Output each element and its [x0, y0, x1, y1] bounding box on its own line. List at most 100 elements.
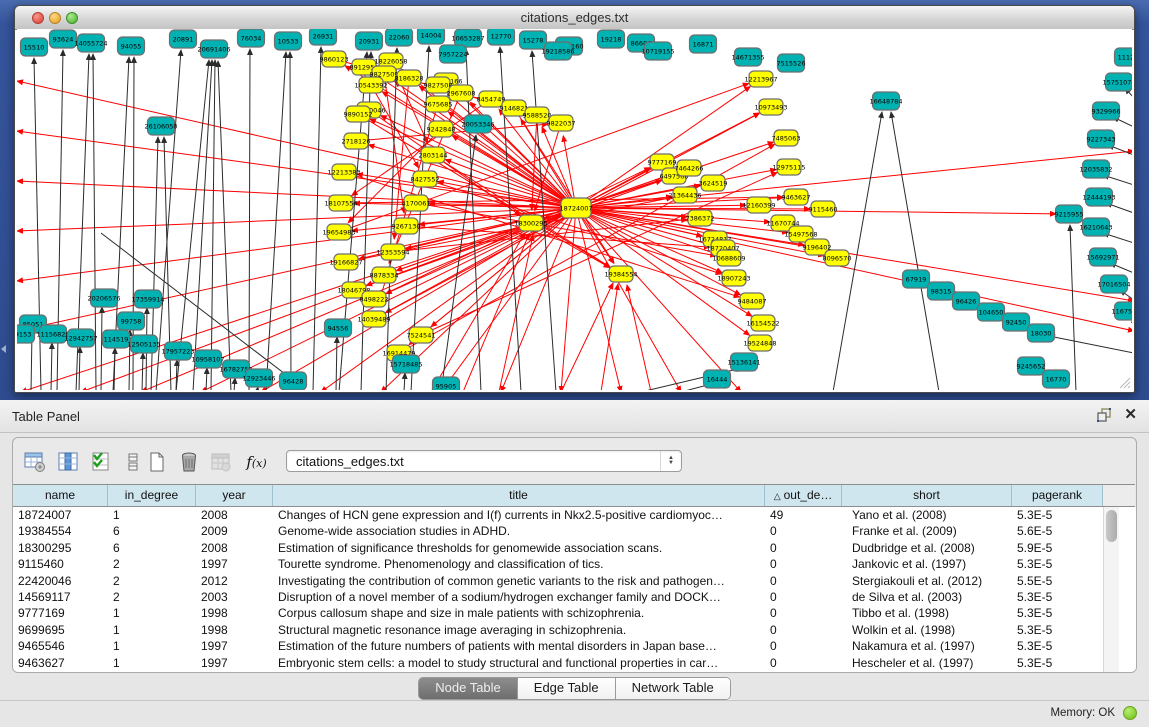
- citation-edge-black[interactable]: [51, 343, 52, 390]
- network-node-teal[interactable]: 16770: [1043, 370, 1070, 388]
- network-node-teal[interactable]: 15136141: [727, 353, 760, 371]
- network-node-yellow[interactable]: 8186328: [395, 70, 424, 86]
- network-node-teal[interactable]: 7515526: [777, 54, 806, 72]
- network-node-teal[interactable]: 12923446: [242, 369, 275, 387]
- network-node-teal[interactable]: 12770: [488, 29, 515, 45]
- citation-edge-black[interactable]: [234, 378, 235, 390]
- network-node-teal[interactable]: 92450: [1003, 313, 1030, 331]
- table-settings-icon[interactable]: [21, 448, 48, 475]
- function-builder-icon[interactable]: f(x): [243, 448, 270, 475]
- citation-edge-black[interactable]: [891, 112, 939, 390]
- network-node-yellow[interactable]: 21364436: [668, 187, 701, 203]
- network-node-teal[interactable]: 99758: [118, 312, 145, 330]
- network-node-teal[interactable]: 15510: [21, 38, 48, 56]
- network-node-teal[interactable]: 14055724: [74, 34, 107, 52]
- table-row[interactable]: 969969511998Structural magnetic resonanc…: [13, 622, 1103, 638]
- network-node-yellow[interactable]: 7485063: [772, 130, 801, 146]
- network-node-teal[interactable]: 15278: [520, 31, 547, 49]
- column-chooser-icon[interactable]: [54, 448, 81, 475]
- network-node-teal[interactable]: 10533: [275, 32, 302, 50]
- network-node-teal[interactable]: 10719155: [641, 42, 674, 60]
- network-node-yellow[interactable]: 8498222: [360, 291, 389, 307]
- network-node-yellow[interactable]: 19524848: [743, 335, 776, 351]
- network-node-teal[interactable]: 20931: [356, 32, 383, 50]
- delete-table-icon[interactable]: [175, 448, 202, 475]
- network-node-yellow[interactable]: 9822037: [547, 115, 576, 131]
- network-node-yellow[interactable]: 9463627: [782, 189, 811, 205]
- citation-edge-black[interactable]: [249, 49, 250, 390]
- column-header-pagerank[interactable]: pagerank: [1012, 485, 1103, 506]
- network-node-yellow[interactable]: 18107554: [324, 195, 357, 211]
- citation-edge-black[interactable]: [1070, 225, 1076, 390]
- network-node-yellow[interactable]: 19166827: [329, 254, 362, 270]
- network-node-yellow[interactable]: 14039489: [357, 311, 390, 327]
- citation-edge-black[interactable]: [336, 337, 337, 390]
- network-node-yellow[interactable]: 4170061: [402, 195, 431, 211]
- table-row[interactable]: 977716911998Corpus callosum shape and si…: [13, 605, 1103, 621]
- network-node-yellow[interactable]: 9484087: [738, 293, 767, 309]
- citation-edge-red[interactable]: [561, 208, 576, 390]
- citation-edge-black[interactable]: [404, 373, 405, 390]
- network-node-teal[interactable]: 76034: [238, 29, 265, 47]
- citation-edge-black[interactable]: [142, 353, 143, 390]
- network-node-teal[interactable]: 11675338: [1111, 302, 1132, 320]
- network-node-teal[interactable]: 98315: [928, 282, 955, 300]
- splitter-collapse-icon[interactable]: [1, 345, 6, 353]
- network-node-yellow[interactable]: 9675685: [424, 96, 453, 112]
- network-node-yellow[interactable]: 10973493: [754, 99, 787, 115]
- network-node-yellow[interactable]: 9267130: [392, 218, 421, 234]
- network-node-yellow[interactable]: 19384554: [604, 266, 637, 282]
- network-node-teal[interactable]: 20691406: [197, 40, 230, 58]
- network-node-teal[interactable]: 19218: [598, 30, 625, 48]
- network-node-teal[interactable]: 9245652: [1017, 357, 1046, 375]
- network-node-teal[interactable]: 17957223: [161, 342, 194, 360]
- network-view-window[interactable]: citations_edges.txt 15510936241405572494…: [14, 5, 1135, 393]
- table-row[interactable]: 1456911722003Disruption of a novel membe…: [13, 589, 1103, 605]
- citation-edge-black[interactable]: [156, 50, 181, 390]
- float-window-icon[interactable]: [1096, 407, 1112, 423]
- citation-edge-black[interactable]: [79, 347, 80, 390]
- new-table-icon[interactable]: [143, 448, 170, 475]
- citation-edge-black[interactable]: [1049, 336, 1132, 353]
- network-node-teal[interactable]: 12505135: [127, 335, 160, 353]
- network-node-teal[interactable]: 39153: [17, 325, 35, 343]
- tab-node-table[interactable]: Node Table: [419, 678, 518, 699]
- network-node-teal[interactable]: 26106050: [144, 117, 177, 135]
- column-header-title[interactable]: title: [273, 485, 765, 506]
- table-selector-dropdown[interactable]: citations_edges.txt ▲▼: [286, 450, 682, 472]
- network-node-teal[interactable]: 16210643: [1079, 218, 1112, 236]
- resize-grip-icon[interactable]: [1117, 375, 1131, 389]
- network-canvas[interactable]: 1551093624140557249405520891206914067603…: [17, 29, 1132, 390]
- citation-edge-black[interactable]: [176, 60, 209, 390]
- citation-edge-black[interactable]: [290, 52, 291, 390]
- network-node-yellow[interactable]: 3624519: [699, 175, 728, 191]
- network-node-teal[interactable]: 20891: [170, 30, 197, 48]
- network-node-teal[interactable]: 95905: [433, 377, 460, 390]
- network-node-yellow[interactable]: 18300295: [514, 215, 547, 231]
- stacked-tables-icon[interactable]: [119, 448, 146, 475]
- network-node-yellow[interactable]: 8096570: [823, 250, 852, 266]
- table-row[interactable]: 1830029562008Estimation of significance …: [13, 540, 1103, 556]
- network-node-teal[interactable]: 104650: [978, 303, 1005, 321]
- table-row[interactable]: 946362711997Embryonic stem cells: a mode…: [13, 655, 1103, 671]
- tab-network-table[interactable]: Network Table: [616, 678, 730, 699]
- network-node-yellow[interactable]: 7524541: [407, 327, 436, 343]
- network-node-teal[interactable]: 16444: [704, 370, 731, 388]
- network-node-yellow[interactable]: 2967608: [447, 85, 476, 101]
- network-node-teal[interactable]: 17359914: [131, 290, 164, 308]
- scrollbar-thumb[interactable]: [1106, 510, 1117, 542]
- network-node-teal[interactable]: 12942757: [64, 329, 97, 347]
- vertical-scrollbar[interactable]: [1103, 507, 1119, 672]
- network-node-yellow[interactable]: 12975115: [772, 159, 805, 175]
- network-node-yellow[interactable]: 12213383: [327, 164, 360, 180]
- network-node-teal[interactable]: 94055: [118, 37, 145, 55]
- network-node-yellow[interactable]: 19654983: [322, 224, 355, 240]
- citation-edge-red[interactable]: [17, 208, 576, 331]
- network-node-teal[interactable]: 114519: [103, 330, 130, 348]
- network-node-teal[interactable]: 96426: [953, 292, 980, 310]
- table-row[interactable]: 1872400712008Changes of HCN gene express…: [13, 507, 1103, 523]
- network-node-teal[interactable]: 12035832: [1079, 160, 1112, 178]
- network-node-teal[interactable]: 67919: [903, 270, 930, 288]
- citation-edge-red[interactable]: [576, 86, 750, 208]
- network-node-yellow[interactable]: 10543392: [354, 77, 387, 93]
